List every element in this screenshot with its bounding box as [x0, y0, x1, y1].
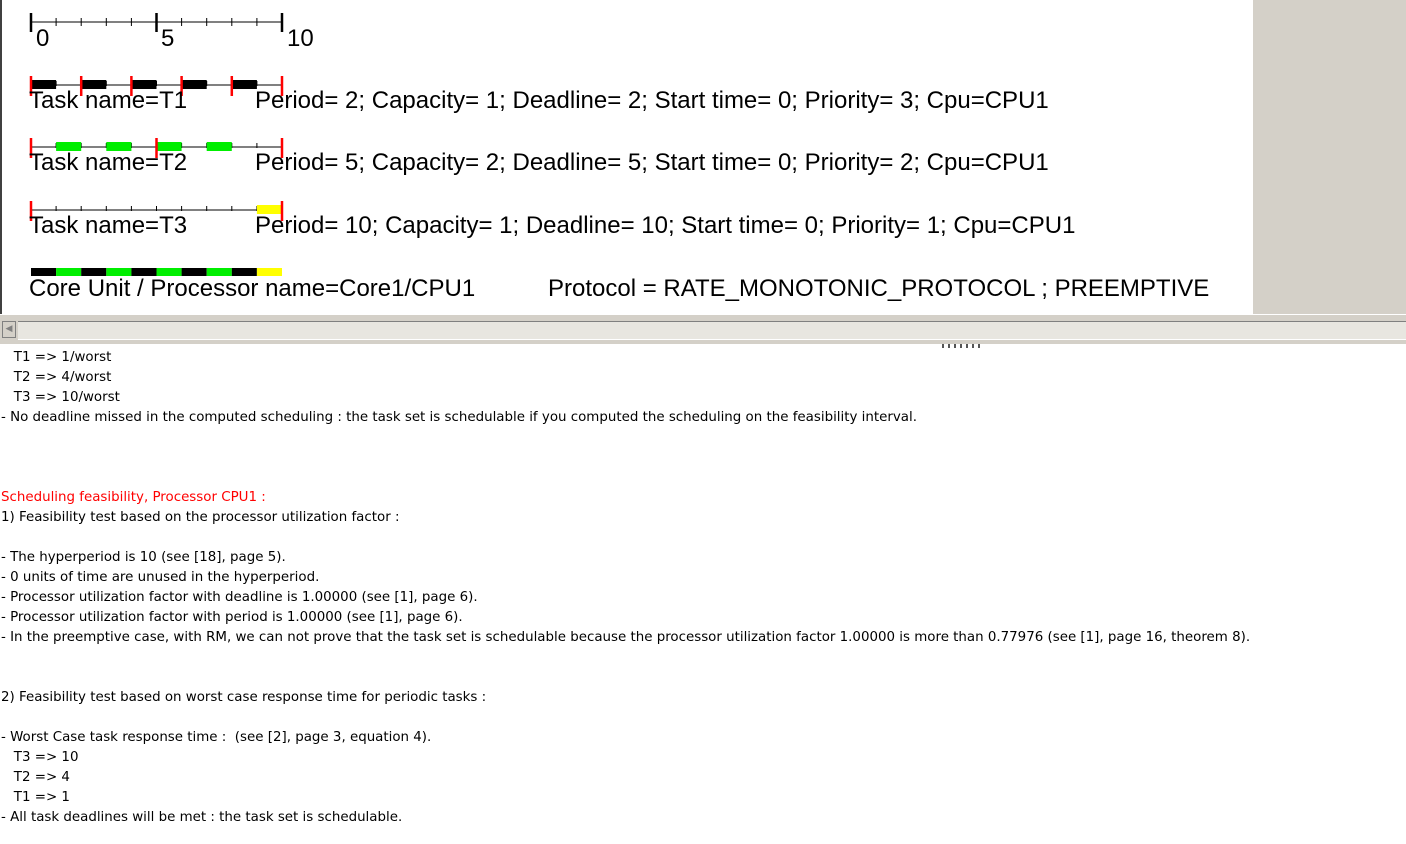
output-line: T1 => 1/worst — [1, 350, 112, 365]
output-line: - All task deadlines will be met : the t… — [1, 810, 403, 825]
output-line: - In the preemptive case, with RM, we ca… — [1, 630, 1251, 645]
task-name-label: Task name=T2 — [29, 149, 187, 176]
output-line: - Processor utilization factor with dead… — [1, 590, 478, 605]
task-execution-bar — [231, 80, 257, 89]
task-name-label: Task name=T3 — [29, 212, 187, 239]
gantt-chart-panel: 0 5 10 Task name=T1 Period= 2; Capacity= 1; … — [0, 0, 1253, 314]
section-heading: Scheduling feasibility, Processor CPU1 : — [1, 490, 266, 505]
time-axis-label: 10 — [287, 25, 314, 52]
output-line: T2 => 4 — [1, 770, 70, 785]
output-line: - The hyperperiod is 10 (see [18], page … — [1, 550, 286, 565]
output-line: - 0 units of time are unused in the hype… — [1, 570, 320, 585]
output-line: T2 => 4/worst — [1, 370, 112, 385]
output-line: T1 => 1 — [1, 790, 70, 805]
task-execution-bar — [206, 142, 232, 151]
horizontal-scrollbar[interactable]: ◀ — [0, 314, 1406, 344]
task-params-label: Period= 5; Capacity= 2; Deadline= 5; Sta… — [255, 149, 1049, 176]
scroll-track[interactable] — [18, 321, 1406, 340]
task-params-label: Period= 10; Capacity= 1; Deadline= 10; S… — [255, 212, 1075, 239]
protocol-label: Protocol = RATE_MONOTONIC_PROTOCOL ; PRE… — [548, 275, 1209, 302]
output-line: - Worst Case task response time : (see [… — [1, 730, 432, 745]
scroll-left-button[interactable]: ◀ — [2, 321, 16, 338]
processor-name-label: Core Unit / Processor name=Core1/CPU1 — [29, 275, 475, 302]
time-axis-label: 0 — [36, 25, 49, 52]
output-line: 1) Feasibility test based on the process… — [1, 510, 400, 525]
gantt-chart: 0 5 10 Task name=T1 Period= 2; Capacity= 1; … — [29, 13, 1209, 302]
time-axis-label: 5 — [161, 25, 174, 52]
output-line: - No deadline missed in the computed sch… — [1, 410, 917, 425]
window-background — [1253, 0, 1406, 314]
task-name-label: Task name=T1 — [29, 87, 187, 114]
output-line: T3 => 10 — [1, 750, 79, 765]
output-line: - Processor utilization factor with peri… — [1, 610, 463, 625]
analysis-output-panel: T1 => 1/worst T2 => 4/worst T3 => 10/wor… — [0, 348, 1406, 844]
output-line: T3 => 10/worst — [1, 390, 120, 405]
task-params-label: Period= 2; Capacity= 1; Deadline= 2; Sta… — [255, 87, 1049, 114]
output-line: 2) Feasibility test based on worst case … — [1, 690, 487, 705]
